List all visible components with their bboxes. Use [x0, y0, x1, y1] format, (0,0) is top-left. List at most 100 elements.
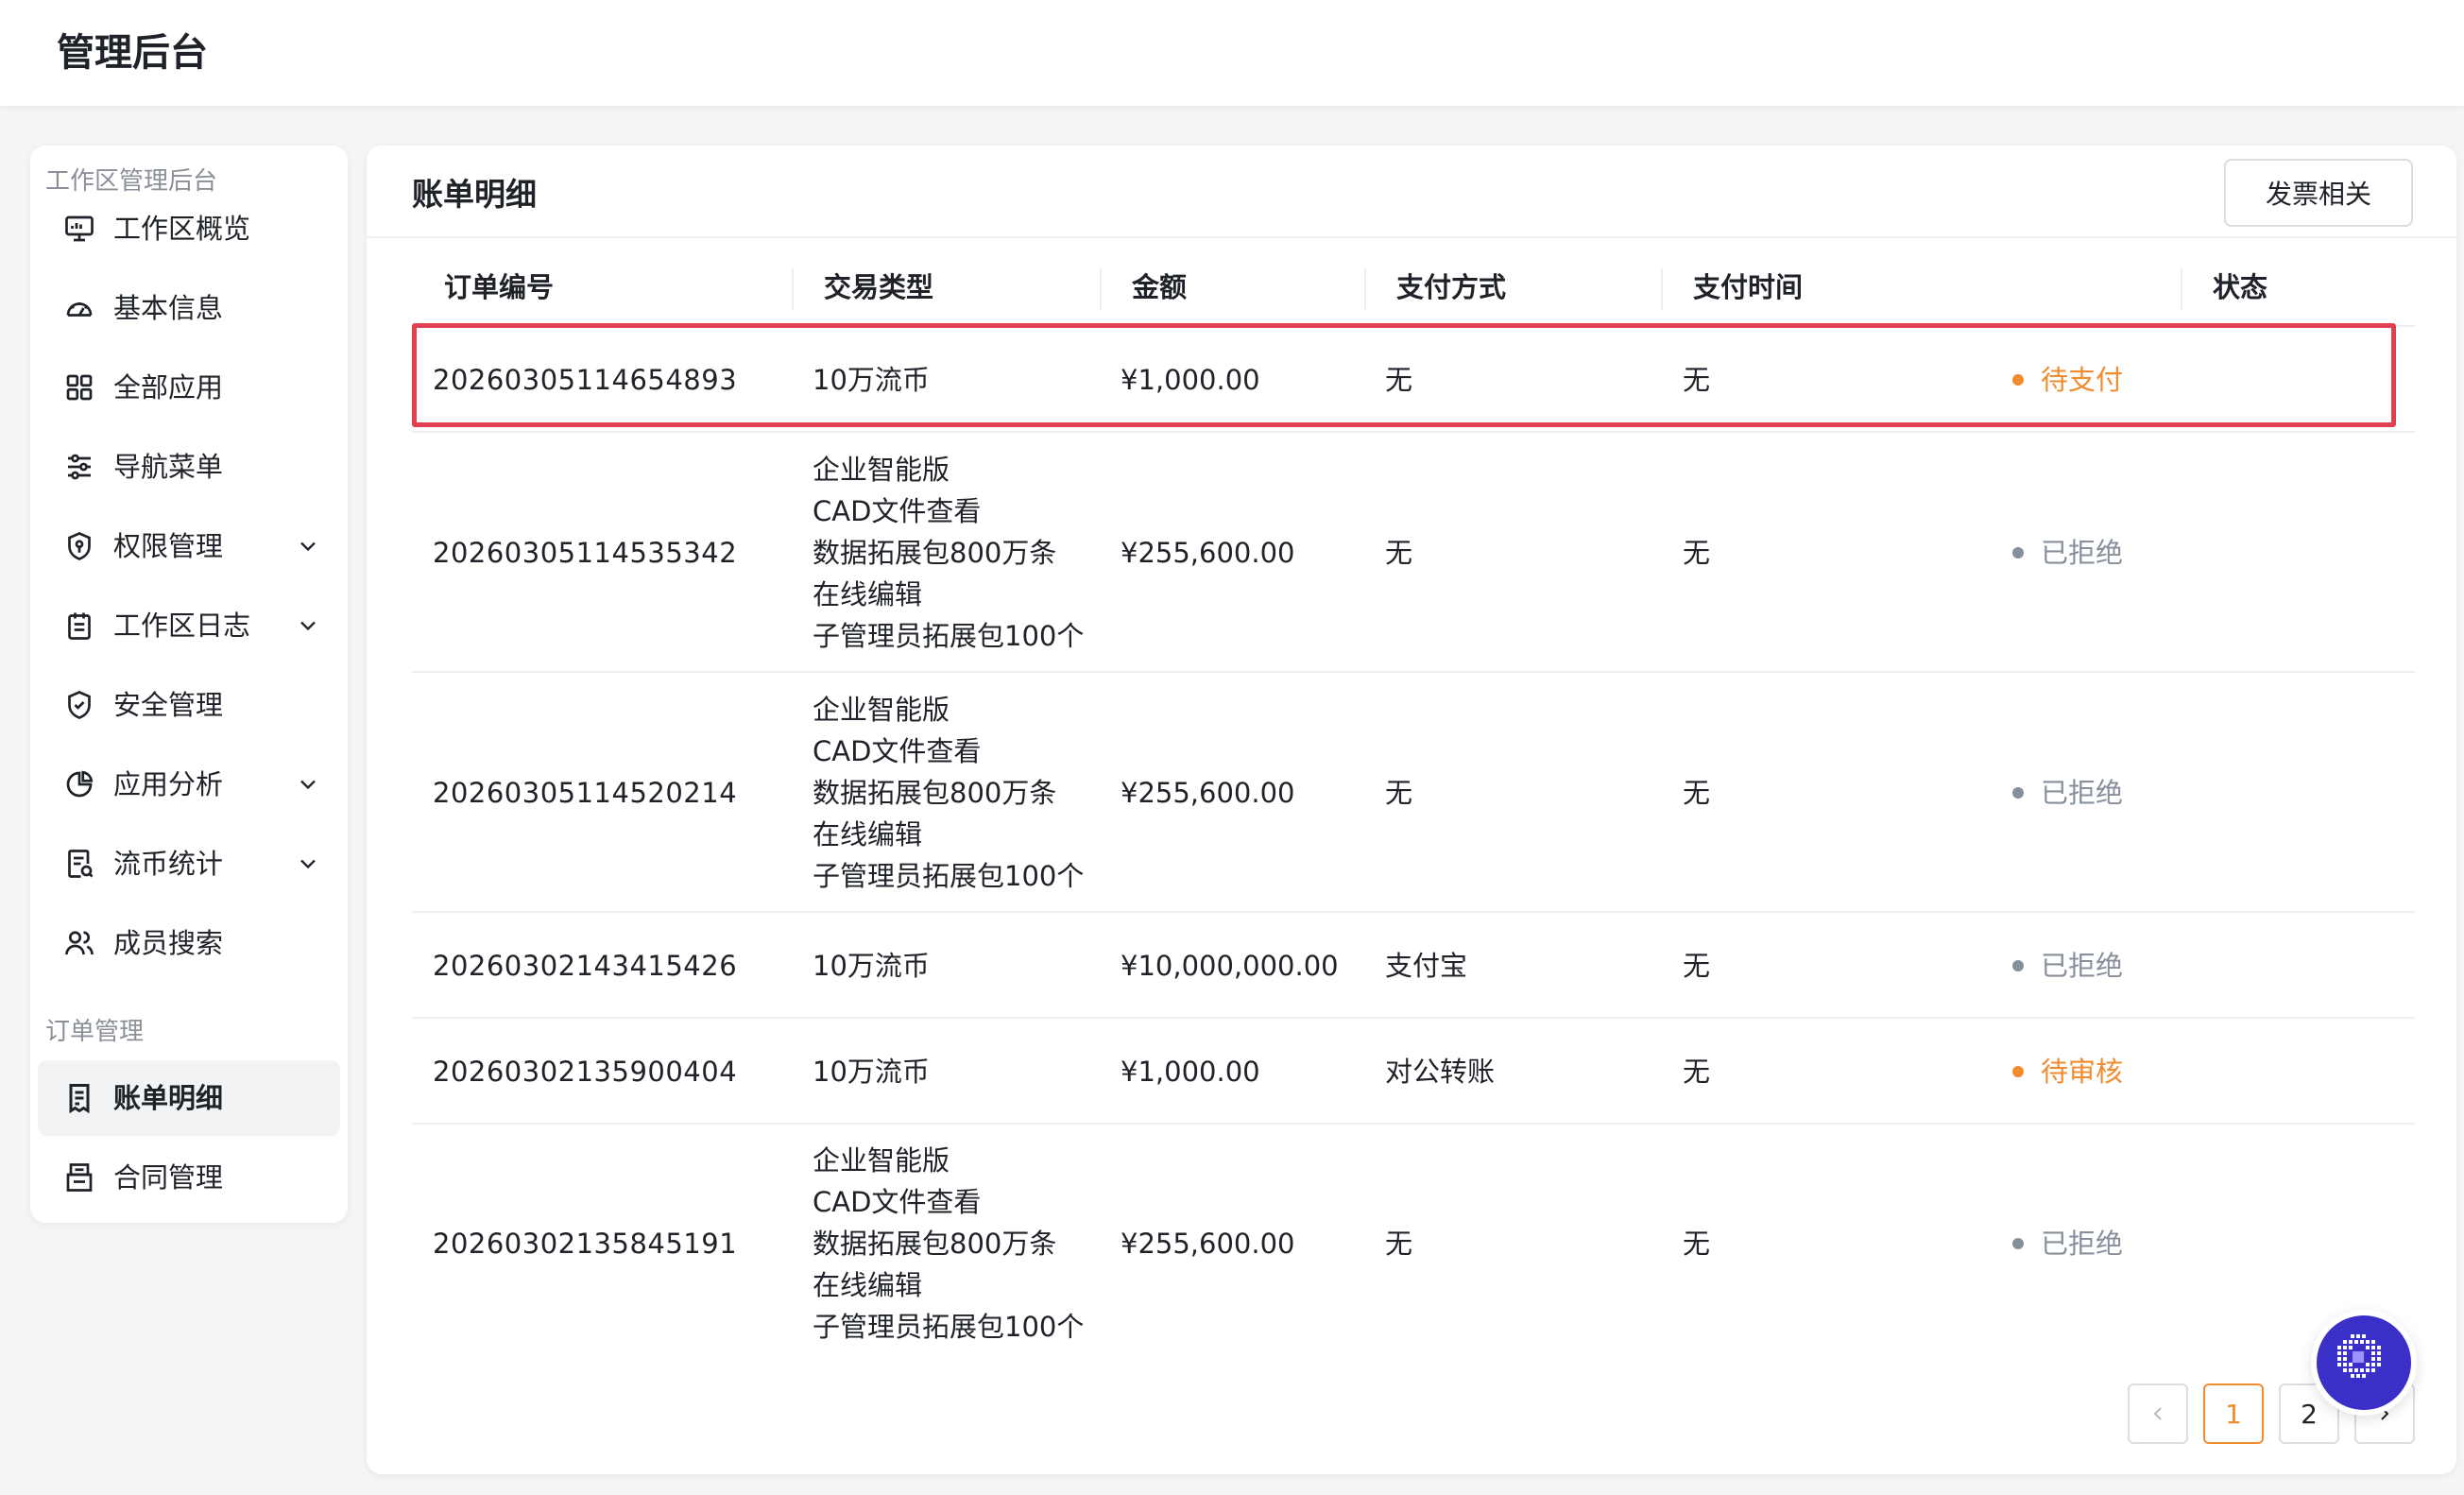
sidebar-item-workspace-log[interactable]: 工作区日志: [38, 588, 340, 663]
column-separator: [1100, 268, 1102, 310]
table-row[interactable]: 20260302135845191 企业智能版 CAD文件查看 数据拓展包800…: [412, 1125, 2415, 1363]
order-number: 20260302135845191: [433, 1228, 738, 1260]
bill-details-card: 账单明细 发票相关 订单编号 交易类型 金额 支付方式 支付时间 状态 2026…: [367, 146, 2456, 1474]
chevron-down-icon[interactable]: [295, 851, 321, 877]
assistant-float-button[interactable]: [2311, 1310, 2417, 1416]
transaction-type: 企业智能版 CAD文件查看 数据拓展包800万条 在线编辑 子管理员拓展包100…: [813, 1125, 1084, 1363]
calendar-icon: [62, 609, 96, 643]
sidebar-item-security[interactable]: 安全管理: [38, 667, 340, 743]
column-header-amount: 金额: [1132, 271, 1188, 303]
status-dot: [2012, 547, 2024, 558]
transaction-type-line: 10万流币: [813, 950, 930, 982]
order-number: 20260302135900404: [433, 1056, 738, 1088]
status-badge: 已拒绝: [2012, 913, 2123, 1019]
sliders-icon: [62, 450, 96, 484]
column-header-status: 状态: [2213, 271, 2268, 303]
status-badge: 已拒绝: [2012, 1125, 2123, 1363]
sidebar-item-label: 全部应用: [113, 371, 224, 404]
payment-method: 支付宝: [1385, 950, 1468, 982]
table-row[interactable]: 20260305114520214 企业智能版 CAD文件查看 数据拓展包800…: [412, 673, 2415, 913]
monitor-icon: [62, 212, 96, 246]
column-header-payment-method: 支付方式: [1396, 271, 1507, 303]
sidebar-item-label: 工作区日志: [113, 610, 251, 642]
sidebar-item-basic-info[interactable]: 基本信息: [38, 270, 340, 346]
sidebar-item-permissions[interactable]: 权限管理: [38, 508, 340, 584]
chevron-down-icon[interactable]: [295, 771, 321, 798]
status-badge: 已拒绝: [2012, 673, 2123, 913]
transaction-type-line: CAD文件查看: [813, 1186, 982, 1218]
transaction-type: 企业智能版 CAD文件查看 数据拓展包800万条 在线编辑 子管理员拓展包100…: [813, 673, 1084, 913]
transaction-type-line: 子管理员拓展包100个: [813, 1311, 1085, 1343]
invoice-button[interactable]: 发票相关: [2224, 159, 2413, 227]
sidebar-item-workspace-overview[interactable]: 工作区概览: [38, 191, 340, 266]
transaction-type: 10万流币: [813, 327, 930, 433]
page-title: 账单明细: [412, 176, 537, 213]
sidebar-item-nav-menu[interactable]: 导航菜单: [38, 429, 340, 505]
sidebar: 工作区管理后台 工作区概览 基本信息 全部应用 导航菜单 权限管理 工作区日志 …: [30, 146, 348, 1223]
sidebar-item-app-analytics[interactable]: 应用分析: [38, 747, 340, 822]
payment-time: 无: [1683, 950, 1711, 982]
status-text: 已拒绝: [2041, 1228, 2124, 1260]
payment-method: 对公转账: [1385, 1056, 1496, 1088]
table-row[interactable]: 20260305114654893 10万流币 ¥1,000.00 无 无 待支…: [412, 327, 2415, 433]
payment-time: 无: [1683, 364, 1711, 396]
transaction-type-line: 10万流币: [813, 1056, 930, 1088]
shield-check-icon: [62, 688, 96, 722]
sidebar-item-label: 安全管理: [113, 689, 224, 721]
transaction-type-line: CAD文件查看: [813, 495, 982, 527]
payment-time: 无: [1683, 1228, 1711, 1260]
pagination-prev-button[interactable]: [2128, 1383, 2188, 1444]
order-number: 20260305114654893: [433, 364, 738, 396]
column-separator: [1661, 268, 1663, 310]
payment-time: 无: [1683, 777, 1711, 809]
pagination-page-1[interactable]: 1: [2203, 1383, 2264, 1444]
column-separator: [1364, 268, 1366, 310]
chevron-left-icon: [2153, 1407, 2162, 1420]
sidebar-item-contracts[interactable]: 合同管理: [38, 1140, 340, 1215]
contract-icon: [62, 1160, 96, 1194]
sidebar-item-label: 应用分析: [113, 768, 224, 800]
users-icon: [62, 926, 96, 960]
sidebar-item-member-search[interactable]: 成员搜索: [38, 905, 340, 981]
table-row[interactable]: 20260305114535342 企业智能版 CAD文件查看 数据拓展包800…: [412, 433, 2415, 673]
sidebar-item-label: 合同管理: [113, 1161, 224, 1194]
chevron-down-icon[interactable]: [295, 533, 321, 559]
transaction-type: 10万流币: [813, 1019, 930, 1125]
status-dot: [2012, 1238, 2024, 1249]
transaction-type-line: 数据拓展包800万条: [813, 537, 1057, 569]
sidebar-item-label: 权限管理: [113, 530, 224, 562]
sidebar-item-all-apps[interactable]: 全部应用: [38, 350, 340, 425]
transaction-type-line: 在线编辑: [813, 1269, 923, 1301]
transaction-type-line: 企业智能版: [813, 694, 950, 726]
transaction-type-line: 企业智能版: [813, 454, 950, 486]
table-row[interactable]: 20260302143415426 10万流币 ¥10,000,000.00 支…: [412, 913, 2415, 1019]
status-badge: 已拒绝: [2012, 433, 2123, 673]
payment-time: 无: [1683, 537, 1711, 569]
column-header-order-no: 订单编号: [444, 271, 555, 303]
transaction-type-line: 数据拓展包800万条: [813, 1228, 1057, 1260]
top-bar: 管理后台: [0, 0, 2464, 106]
sidebar-item-coin-stats[interactable]: 流币统计: [38, 826, 340, 902]
chevron-down-icon[interactable]: [295, 612, 321, 639]
sidebar-item-label: 成员搜索: [113, 927, 224, 959]
transaction-type: 企业智能版 CAD文件查看 数据拓展包800万条 在线编辑 子管理员拓展包100…: [813, 433, 1084, 673]
status-text: 已拒绝: [2041, 950, 2124, 982]
status-text: 待支付: [2041, 364, 2124, 396]
transaction-type-line: 10万流币: [813, 364, 930, 396]
pie-chart-icon: [62, 767, 96, 801]
column-header-type: 交易类型: [824, 271, 934, 303]
sidebar-section-orders: 订单管理: [45, 1018, 145, 1046]
payment-method: 无: [1385, 537, 1413, 569]
amount: ¥255,600.00: [1121, 1228, 1295, 1260]
table-row[interactable]: 20260302135900404 10万流币 ¥1,000.00 对公转账 无…: [412, 1019, 2415, 1125]
column-separator: [792, 268, 794, 310]
status-dot: [2012, 374, 2024, 386]
status-text: 待审核: [2041, 1056, 2124, 1088]
transaction-type-line: 子管理员拓展包100个: [813, 620, 1085, 652]
sidebar-item-bill-details[interactable]: 账单明细: [38, 1060, 340, 1136]
amount: ¥10,000,000.00: [1121, 950, 1339, 982]
dashboard-icon: [62, 291, 96, 325]
report-icon: [62, 847, 96, 881]
sidebar-item-label: 导航菜单: [113, 451, 224, 483]
amount: ¥1,000.00: [1121, 1056, 1260, 1088]
